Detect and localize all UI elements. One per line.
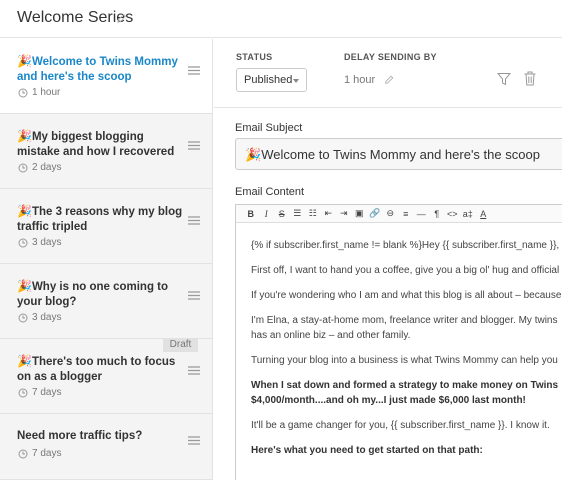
content-paragraph: Here's what you need to get started on t…: [251, 445, 483, 456]
editor-content[interactable]: {% if subscriber.first_name != blank %}H…: [236, 223, 562, 458]
email-delay: 3 days: [32, 312, 62, 323]
editor-toolbar: B I S ☰ ☷ ⇤ ⇥ ▣ 🔗 ⊖ ≡ — ¶ <> a‡ A: [236, 205, 562, 223]
pencil-icon[interactable]: [384, 75, 394, 85]
content-paragraph: When I sat down and formed a strategy to…: [251, 380, 559, 406]
party-emoji-icon: 🎉: [17, 54, 32, 68]
email-delay: 7 days: [32, 448, 62, 459]
clock-icon: [18, 88, 28, 97]
email-list: 🎉Welcome to Twins Mommy and here's the s…: [0, 39, 213, 480]
email-subject: My biggest blogging mistake and how I re…: [17, 131, 175, 158]
email-content-label: Email Content: [235, 186, 305, 198]
content-paragraph: I'm Elna, a stay-at-home mom, freelance …: [251, 315, 558, 341]
text-color-button[interactable]: A: [476, 209, 492, 219]
status-value: Published: [244, 74, 293, 86]
outdent-button[interactable]: ⇤: [321, 208, 337, 219]
paragraph-button[interactable]: ¶: [429, 209, 445, 219]
list-item[interactable]: 🎉Why is no one coming to your blog? 3 da…: [0, 264, 212, 339]
email-subject-input[interactable]: 🎉Welcome to Twins Mommy and here's the s…: [235, 138, 562, 170]
unlink-button[interactable]: ⊖: [383, 208, 399, 219]
horizontal-rule-button[interactable]: —: [414, 209, 430, 219]
clock-icon: [18, 313, 28, 322]
content-paragraph: It'll be a game changer for you, {{ subs…: [251, 420, 550, 431]
list-item[interactable]: 🎉My biggest blogging mistake and how I r…: [0, 114, 212, 189]
email-delay: 1 hour: [32, 87, 61, 98]
pencil-icon[interactable]: [116, 13, 127, 24]
clock-icon: [18, 163, 28, 172]
content-paragraph: If you're wondering who I am and what th…: [251, 290, 562, 301]
party-emoji-icon: 🎉: [17, 279, 32, 293]
drag-handle-icon[interactable]: [188, 216, 200, 225]
trash-icon[interactable]: [524, 71, 536, 86]
numbered-list-button[interactable]: ☷: [305, 208, 321, 219]
email-editor-panel: STATUS DELAY SENDING BY Published 1 hour…: [214, 39, 562, 480]
email-subject-label: Email Subject: [235, 122, 303, 134]
content-paragraph: Turning your blog into a business is wha…: [251, 355, 558, 366]
email-delay: 3 days: [32, 237, 62, 248]
status-select[interactable]: Published: [236, 68, 307, 92]
drag-handle-icon[interactable]: [188, 141, 200, 150]
indent-button[interactable]: ⇥: [336, 208, 352, 219]
list-item[interactable]: 🎉Welcome to Twins Mommy and here's the s…: [0, 39, 212, 114]
drag-handle-icon[interactable]: [188, 66, 200, 75]
clock-icon: [18, 388, 28, 397]
email-subject: The 3 reasons why my blog traffic triple…: [17, 206, 183, 233]
content-paragraph: First off, I want to hand you a coffee, …: [251, 265, 560, 276]
image-button[interactable]: ▣: [352, 208, 368, 219]
content-paragraph: {% if subscriber.first_name != blank %}H…: [251, 240, 560, 251]
drag-handle-icon[interactable]: [188, 291, 200, 300]
party-emoji-icon: 🎉: [245, 147, 262, 162]
party-emoji-icon: 🎉: [17, 129, 32, 143]
divider: [214, 107, 562, 108]
bold-button[interactable]: B: [243, 209, 259, 219]
email-subject: There's too much to focus on as a blogge…: [17, 356, 176, 383]
status-label: STATUS: [236, 52, 273, 62]
list-item[interactable]: Need more traffic tips? 7 days: [0, 414, 212, 480]
email-subject: Need more traffic tips?: [17, 430, 143, 442]
italic-button[interactable]: I: [259, 209, 275, 219]
clock-icon: [18, 449, 28, 458]
list-item[interactable]: 🎉The 3 reasons why my blog traffic tripl…: [0, 189, 212, 264]
font-size-button[interactable]: a‡: [460, 209, 476, 219]
code-button[interactable]: <>: [445, 209, 461, 219]
email-delay: 7 days: [32, 387, 62, 398]
clock-icon: [18, 238, 28, 247]
strikethrough-button[interactable]: S: [274, 209, 290, 219]
party-emoji-icon: 🎉: [17, 204, 32, 218]
rich-text-editor[interactable]: B I S ☰ ☷ ⇤ ⇥ ▣ 🔗 ⊖ ≡ — ¶ <> a‡ A {% if …: [235, 204, 562, 480]
filter-icon[interactable]: [497, 72, 511, 86]
drag-handle-icon[interactable]: [188, 436, 200, 445]
align-button[interactable]: ≡: [398, 209, 414, 219]
subject-text: Welcome to Twins Mommy and here's the sc…: [261, 147, 540, 162]
chevron-down-icon: [293, 79, 299, 83]
drag-handle-icon[interactable]: [188, 366, 200, 375]
draft-badge: Draft: [163, 338, 198, 352]
party-emoji-icon: 🎉: [17, 354, 32, 368]
bulleted-list-button[interactable]: ☰: [290, 208, 306, 219]
delay-label: DELAY SENDING BY: [344, 52, 437, 62]
top-bar: Welcome Series: [0, 0, 562, 38]
email-subject: Why is no one coming to your blog?: [17, 281, 169, 308]
delay-value[interactable]: 1 hour: [344, 74, 375, 86]
email-delay: 2 days: [32, 162, 62, 173]
link-button[interactable]: 🔗: [367, 208, 383, 219]
email-subject: Welcome to Twins Mommy and here's the sc…: [17, 56, 178, 83]
